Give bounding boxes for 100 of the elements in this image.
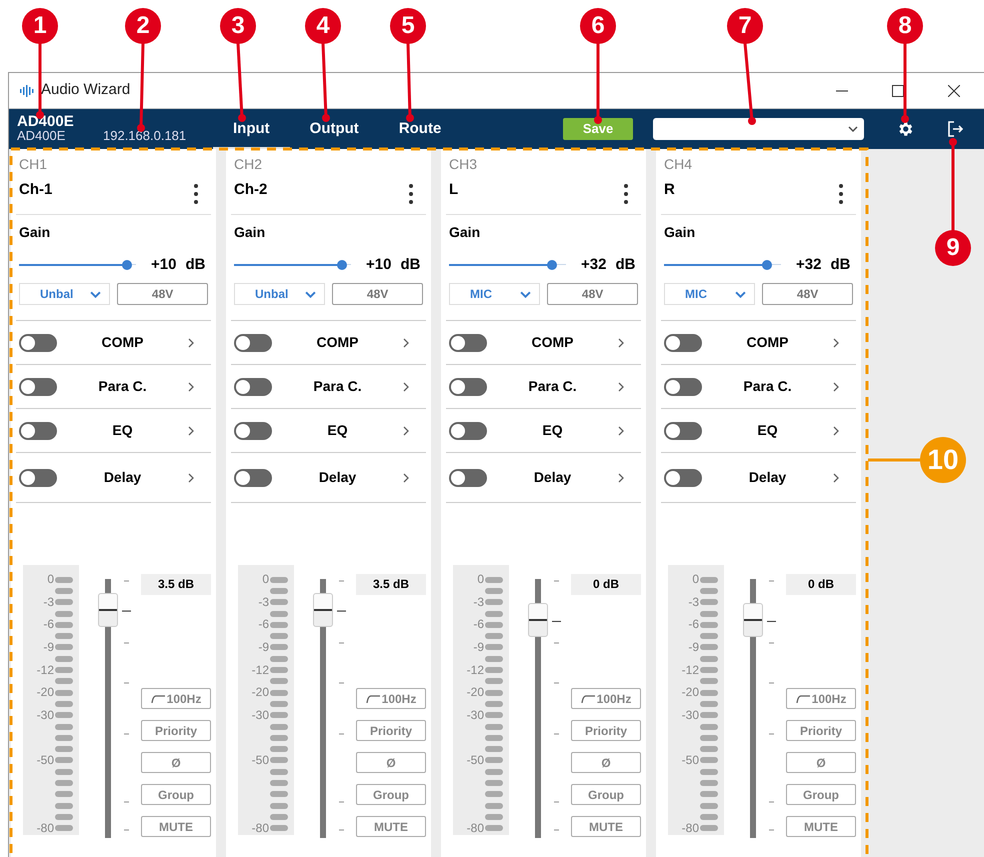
toggle-switch[interactable] <box>19 468 57 486</box>
input-type-dropdown[interactable]: Unbal <box>19 283 110 305</box>
strip-button[interactable]: Ø <box>141 752 211 773</box>
meter-segment <box>270 678 288 684</box>
phantom-power-button[interactable]: 48V <box>117 283 208 305</box>
strip-button[interactable]: MUTE <box>356 816 426 837</box>
meter-scale-label: -50 <box>682 754 699 766</box>
toggle-switch[interactable] <box>19 422 57 440</box>
strip-button[interactable]: Group <box>571 784 641 805</box>
chevron-right-icon[interactable] <box>403 426 409 436</box>
gain-slider[interactable] <box>234 259 351 271</box>
high-pass-filter-button[interactable]: 100Hz <box>141 688 211 709</box>
strip-button[interactable]: Group <box>356 784 426 805</box>
save-button[interactable]: Save <box>563 118 633 140</box>
chevron-right-icon[interactable] <box>188 338 194 348</box>
phantom-power-button[interactable]: 48V <box>762 283 853 305</box>
strip-button[interactable]: Priority <box>356 720 426 741</box>
toggle-switch[interactable] <box>234 334 272 352</box>
meter-segment <box>485 768 503 775</box>
chevron-right-icon[interactable] <box>833 338 839 348</box>
meter-scale-label: -6 <box>688 619 699 630</box>
strip-button[interactable]: Ø <box>356 752 426 773</box>
meter-segment <box>55 576 73 583</box>
input-type-dropdown[interactable]: MIC <box>449 283 540 305</box>
maximize-icon[interactable] <box>892 84 904 96</box>
gain-slider[interactable] <box>664 259 781 271</box>
meter-scale-label: -12 <box>252 664 269 676</box>
meter-segment <box>700 768 718 775</box>
toggle-switch[interactable] <box>664 334 702 352</box>
ip-address: 192.168.0.181 <box>103 129 186 143</box>
gain-value: +32 <box>796 254 822 275</box>
meter-segment <box>700 734 718 741</box>
fader[interactable] <box>311 579 335 838</box>
strip-button[interactable]: Priority <box>786 720 856 741</box>
strip-button[interactable]: MUTE <box>571 816 641 837</box>
input-type-dropdown[interactable]: Unbal <box>234 283 326 305</box>
toggle-switch[interactable] <box>449 334 487 352</box>
phantom-power-button[interactable]: 48V <box>547 283 638 305</box>
meter-scale-label: -12 <box>466 664 484 676</box>
toggle-switch[interactable] <box>234 378 272 396</box>
gain-slider[interactable] <box>449 259 566 271</box>
chevron-right-icon[interactable] <box>833 472 839 482</box>
chevron-right-icon[interactable] <box>618 472 624 482</box>
close-icon[interactable] <box>948 84 960 96</box>
strip-button[interactable]: Group <box>786 784 856 805</box>
meter-scale-label: 0 <box>692 574 699 586</box>
meter-scale-label: -50 <box>252 754 269 766</box>
strip-button[interactable]: MUTE <box>786 816 856 837</box>
strip-button[interactable]: Group <box>141 784 211 805</box>
meter-segment <box>700 712 718 718</box>
toggle-switch[interactable] <box>449 422 487 440</box>
fader[interactable] <box>526 579 550 838</box>
toggle-switch[interactable] <box>234 468 272 486</box>
logout-icon[interactable] <box>946 120 964 138</box>
high-pass-filter-button[interactable]: 100Hz <box>356 688 426 709</box>
chevron-right-icon[interactable] <box>618 426 624 436</box>
chevron-right-icon[interactable] <box>188 426 194 436</box>
strip-button[interactable]: Ø <box>786 752 856 773</box>
chevron-right-icon[interactable] <box>188 382 194 392</box>
toggle-switch[interactable] <box>449 468 487 486</box>
toggle-switch[interactable] <box>449 378 487 396</box>
strip-button[interactable]: Ø <box>571 752 641 773</box>
chevron-right-icon[interactable] <box>833 382 839 392</box>
toggle-switch[interactable] <box>19 334 57 352</box>
high-pass-curve-icon <box>366 694 380 702</box>
strip-button[interactable]: Priority <box>571 720 641 741</box>
high-pass-filter-button[interactable]: 100Hz <box>786 688 856 709</box>
more-options-icon[interactable] <box>839 184 843 204</box>
more-options-icon[interactable] <box>194 184 198 204</box>
channel-name: Ch-2 <box>234 181 268 199</box>
toggle-switch[interactable] <box>664 468 702 486</box>
toggle-switch[interactable] <box>234 422 272 440</box>
input-type-dropdown[interactable]: MIC <box>664 283 756 305</box>
chevron-right-icon[interactable] <box>403 338 409 348</box>
meter-segment <box>270 644 288 650</box>
more-options-icon[interactable] <box>409 184 413 204</box>
meter-scale-label: -3 <box>473 596 484 608</box>
meter-segment <box>485 825 503 832</box>
chevron-right-icon[interactable] <box>403 382 409 392</box>
chevron-right-icon[interactable] <box>618 338 624 348</box>
fader[interactable] <box>96 579 120 838</box>
strip-button[interactable]: Priority <box>141 720 211 741</box>
strip-button[interactable]: MUTE <box>141 816 211 837</box>
more-options-icon[interactable] <box>624 184 628 204</box>
toggle-switch[interactable] <box>664 422 702 440</box>
phantom-power-button[interactable]: 48V <box>332 283 423 305</box>
high-pass-filter-button[interactable]: 100Hz <box>571 688 641 709</box>
chevron-right-icon[interactable] <box>403 472 409 482</box>
nav-tab[interactable]: Route <box>378 109 462 149</box>
fader[interactable] <box>741 579 765 838</box>
meter-segment <box>700 610 718 617</box>
chevron-right-icon[interactable] <box>833 426 839 436</box>
toggle-switch[interactable] <box>664 378 702 396</box>
chevron-right-icon[interactable] <box>188 472 194 482</box>
callout-number: 1 <box>22 8 58 44</box>
gain-slider[interactable] <box>19 259 136 271</box>
meter-segment <box>485 734 503 741</box>
nav-tab[interactable]: Output <box>290 109 379 149</box>
chevron-right-icon[interactable] <box>618 382 624 392</box>
toggle-switch[interactable] <box>19 378 57 396</box>
